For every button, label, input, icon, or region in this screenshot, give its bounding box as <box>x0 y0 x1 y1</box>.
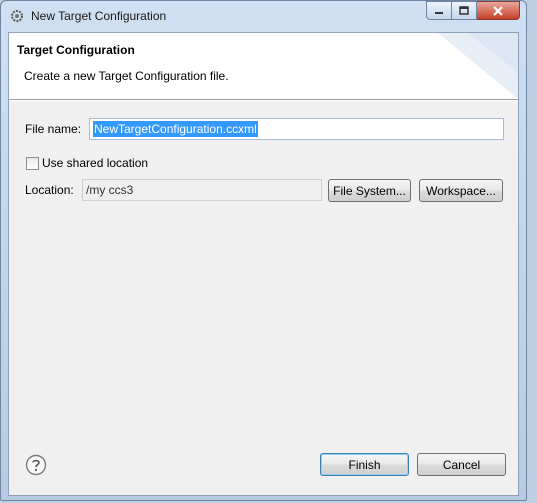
wizard-banner: Target Configuration Create a new Target… <box>9 33 518 100</box>
dialog-window: New Target Configuration Target Configur… <box>0 0 527 501</box>
file-name-field[interactable]: NewTargetConfiguration.ccxml <box>89 118 504 140</box>
maximize-icon <box>459 5 469 15</box>
file-system-button[interactable]: File System... <box>328 179 411 202</box>
banner-separator <box>9 100 518 101</box>
finish-button[interactable]: Finish <box>320 453 409 476</box>
use-shared-location-label[interactable]: Use shared location <box>42 156 148 170</box>
banner-title: Target Configuration <box>17 43 135 57</box>
use-shared-location-checkbox[interactable] <box>26 157 39 170</box>
location-label: Location: <box>25 183 74 197</box>
eclipse-gear-icon <box>11 10 23 22</box>
close-icon <box>493 5 503 16</box>
location-field: /my ccs3 <box>82 179 322 201</box>
banner-decoration <box>438 33 518 99</box>
banner-message: Create a new Target Configuration file. <box>24 69 229 83</box>
minimize-button[interactable] <box>426 1 452 20</box>
file-name-label: File name: <box>25 122 82 136</box>
title-bar[interactable]: New Target Configuration <box>1 1 526 31</box>
minimize-icon <box>435 11 443 14</box>
file-name-value: NewTargetConfiguration.ccxml <box>93 121 258 137</box>
window-controls <box>426 1 520 21</box>
maximize-button[interactable] <box>452 1 477 20</box>
close-button[interactable] <box>477 1 520 20</box>
window-title: New Target Configuration <box>31 9 167 23</box>
cancel-button[interactable]: Cancel <box>417 453 506 476</box>
help-icon[interactable] <box>25 454 47 476</box>
dialog-client-area: Target Configuration Create a new Target… <box>8 32 519 496</box>
workspace-button[interactable]: Workspace... <box>419 179 503 202</box>
